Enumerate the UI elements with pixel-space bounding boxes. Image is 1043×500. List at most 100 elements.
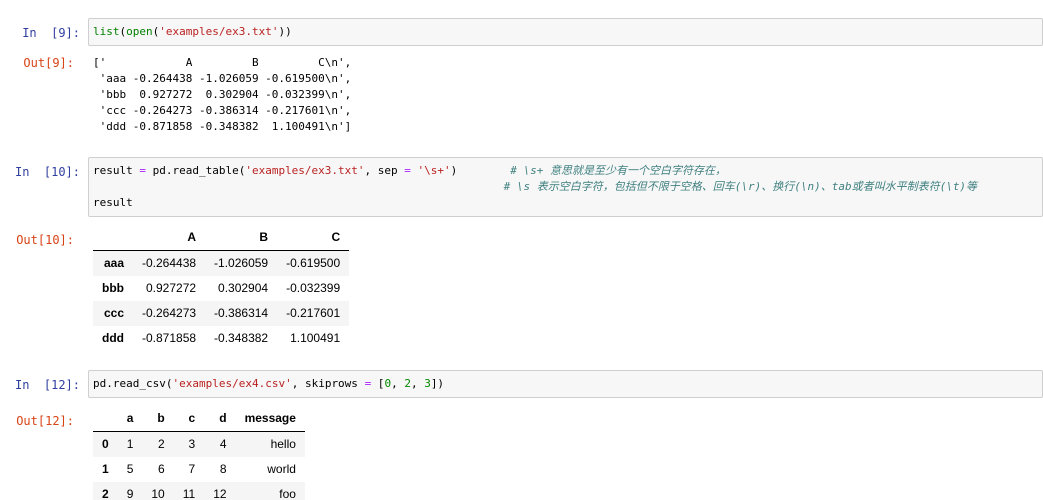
- code-token: 2: [404, 377, 411, 390]
- dataframe-table: A B Caaa -0.264438 -1.026059 -0.619500 bbb 0.92…: [93, 225, 350, 351]
- output-content: [' A B C\n', 'aaa -0.264438 -1.026059 -0…: [88, 55, 1043, 135]
- cell-value: 7: [188, 462, 196, 476]
- cell-value: hello: [270, 437, 296, 451]
- cell-value: -0.264273: [142, 306, 197, 320]
- cell-value: 1.100491: [290, 331, 341, 345]
- code-token: 'examples/ex3.txt': [159, 25, 279, 38]
- cell-value: 1: [126, 437, 134, 451]
- code-editor[interactable]: pd.read_csv('examples/ex4.csv', skiprows…: [88, 370, 1043, 398]
- column-header: A: [133, 225, 206, 251]
- code-token: open: [126, 25, 153, 38]
- code-line: pd.read_csv('examples/ex4.csv', skiprows…: [93, 376, 1038, 392]
- cell-value: 10: [151, 487, 165, 500]
- cell-value: -1.026059: [214, 256, 269, 270]
- code-token: )): [278, 25, 292, 38]
- row-index: ccc: [103, 306, 124, 320]
- column-header: C: [277, 225, 350, 251]
- index-corner: [93, 406, 118, 432]
- cell-value: -0.217601: [286, 306, 341, 320]
- column-header: b: [142, 406, 174, 432]
- dataframe-table: a b c d message 0 1 2 3 4 hello 1 5 6 7 8 world 2 9 10 11 12 f…: [93, 406, 305, 500]
- row-index: bbb: [102, 281, 124, 295]
- output-prompt: Out[9]:: [23, 56, 74, 70]
- code-content: result = pd.read_table('examples/ex3.txt…: [93, 163, 1038, 211]
- code-token: result: [93, 164, 140, 177]
- code-token: =: [139, 164, 146, 177]
- code-token: 3: [424, 377, 431, 390]
- code-cell-12: In [12]: pd.read_csv('examples/ex4.csv',…: [0, 370, 1043, 398]
- notebook: In [9]: list(open('examples/ex3.txt')) O…: [0, 0, 1043, 500]
- output-area-10: Out[10]: A B Caaa -0.264438 -1.026059 -0.6195…: [0, 225, 1043, 351]
- code-cell-9: In [9]: list(open('examples/ex3.txt')): [0, 18, 1043, 46]
- table-header-row: ABC: [93, 225, 350, 251]
- cell-value: foo: [279, 487, 296, 500]
- row-index: aaa: [103, 256, 124, 270]
- code-token: , skiprows: [291, 377, 365, 390]
- code-line: result: [93, 195, 1038, 211]
- code-token: # \s+ 意思就是至少有一个空白字符存在，: [510, 164, 727, 177]
- row-index: ddd: [102, 331, 124, 345]
- row-index: 1: [102, 462, 109, 476]
- output-area-12: Out[12]: a b c d message 0 1 2 3 4 hello 1 5 6 7 8 world…: [0, 406, 1043, 500]
- code-editor[interactable]: result = pd.read_table('examples/ex3.txt…: [88, 157, 1043, 217]
- row-index: 0: [102, 437, 109, 451]
- table-row: bbb 0.927272 0.302904 -0.032399: [93, 276, 349, 301]
- cell-value: 8: [219, 462, 227, 476]
- output-prompt: Out[10]:: [16, 233, 74, 247]
- code-token: ,: [391, 377, 405, 390]
- code-token: , sep: [364, 164, 405, 177]
- cell-value: 0.927272: [145, 281, 197, 295]
- column-header: B: [205, 225, 278, 251]
- table-row: 1 5 6 7 8 world: [93, 457, 305, 482]
- code-line: # \s 表示空白字符，包括但不限于空格、回车(\r)、换行(\n)、tab或者…: [93, 179, 1038, 195]
- code-token: ]): [430, 377, 445, 390]
- cell-value: 6: [158, 462, 165, 476]
- index-corner: [93, 225, 133, 251]
- table-header-row: a b c d message: [93, 406, 305, 432]
- code-token: =: [404, 164, 411, 177]
- column-header: a: [117, 406, 143, 432]
- code-token: 'examples/ex4.csv': [172, 377, 292, 390]
- input-prompt: In [9]:: [22, 26, 80, 40]
- column-header: message: [235, 406, 305, 432]
- code-editor[interactable]: list(open('examples/ex3.txt')): [88, 18, 1043, 46]
- code-line: list(open('examples/ex3.txt')): [93, 24, 1038, 40]
- cell-value: 11: [182, 487, 196, 500]
- cell-value: -0.386314: [214, 306, 269, 320]
- cell-value: -0.619500: [286, 256, 341, 270]
- input-prompt: In [10]:: [14, 165, 80, 179]
- table-row: aaa -0.264438 -1.026059 -0.619500: [93, 250, 350, 276]
- code-token: ,: [410, 377, 425, 390]
- cell-value: -0.264438: [142, 256, 197, 270]
- table-row: ddd -0.871858 -0.348382 1.100491: [93, 326, 349, 351]
- column-header: c: [173, 406, 205, 432]
- cell-value: world: [267, 462, 296, 476]
- code-token: '\s+': [417, 164, 451, 177]
- cell-value: 9: [126, 487, 134, 500]
- code-token: pd.read_csv(: [93, 377, 173, 390]
- cell-value: 3: [188, 437, 196, 451]
- output-area-9: Out[9]: [' A B C\n', 'aaa -0.264438 -1.0…: [0, 55, 1043, 135]
- output-text: [' A B C\n', 'aaa -0.264438 -1.026059 -0…: [93, 56, 352, 133]
- code-token: pd.read_table(: [145, 164, 246, 177]
- code-token: result: [93, 196, 133, 209]
- cell-value: 12: [213, 487, 227, 500]
- cell-value: -0.032399: [286, 281, 341, 295]
- output-prompt: Out[12]:: [16, 414, 74, 428]
- table-row: ccc -0.264273 -0.386314 -0.217601: [93, 301, 350, 326]
- code-line: result = pd.read_table('examples/ex3.txt…: [93, 163, 1038, 179]
- code-content: pd.read_csv('examples/ex4.csv', skiprows…: [93, 376, 1038, 392]
- code-token: [: [371, 377, 385, 390]
- cell-value: 5: [126, 462, 134, 476]
- code-token: list: [93, 25, 120, 38]
- cell-value: 4: [219, 437, 227, 451]
- code-token: # \s 表示空白字符，包括但不限于空格、回车(\r)、换行(\n)、tab或者…: [503, 180, 978, 193]
- cell-value: 0.302904: [218, 281, 269, 295]
- cell-value: -0.348382: [214, 331, 269, 345]
- table-row: 0 1 2 3 4 hello: [93, 431, 305, 457]
- output-content: A B Caaa -0.264438 -1.026059 -0.619500 bbb 0.92…: [88, 225, 1043, 351]
- table-row: 2 9 10 11 12 foo: [93, 482, 305, 500]
